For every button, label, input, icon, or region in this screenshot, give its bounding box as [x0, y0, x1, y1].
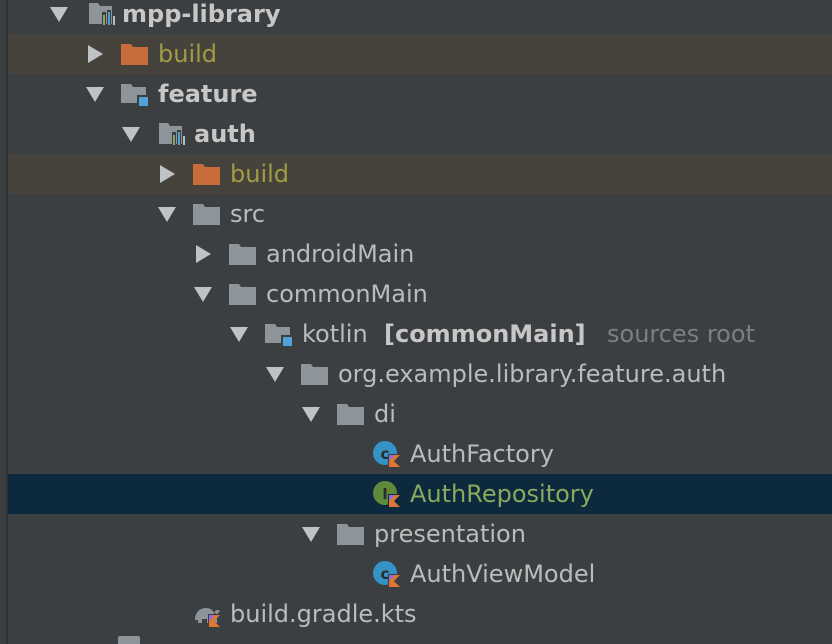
tree-item-label: build: [158, 40, 218, 68]
excluded-folder-icon: [121, 44, 148, 65]
folder-icon: [229, 244, 256, 265]
folder-icon: [193, 204, 220, 225]
package-folder-icon: [301, 364, 328, 385]
tree-row-src[interactable]: src: [8, 194, 832, 234]
tree-item-label: AuthViewModel: [410, 560, 596, 588]
tree-row-package[interactable]: org.example.library.feature.auth: [8, 354, 832, 394]
tree-item-label: androidMain: [266, 240, 415, 268]
tree-row-authrepository[interactable]: I AuthRepository: [8, 474, 832, 514]
partial-folder-icon: [118, 636, 140, 644]
package-folder-icon: [337, 404, 364, 425]
kotlin-class-icon: c: [373, 441, 401, 468]
sources-root-hint: sources root: [607, 320, 755, 348]
tree-item-label: mpp-library: [122, 0, 281, 28]
tree-item-label: auth: [194, 120, 256, 148]
tree-item-label: AuthFactory: [410, 440, 554, 468]
expanded-chevron-icon[interactable]: [194, 287, 212, 302]
tree-row-presentation[interactable]: presentation: [8, 514, 832, 554]
module-folder-icon: [159, 123, 186, 146]
tree-item-label: src: [230, 200, 266, 228]
expanded-chevron-icon[interactable]: [50, 7, 68, 22]
package-folder-icon: [337, 524, 364, 545]
kotlin-interface-icon: I: [373, 481, 401, 508]
tree-item-label: presentation: [374, 520, 526, 548]
tree-item-label: org.example.library.feature.auth: [338, 360, 727, 388]
tree-item-label: kotlin: [302, 320, 368, 348]
tree-row-build-gradle-kts[interactable]: build.gradle.kts: [8, 594, 832, 634]
tree-row-authviewmodel[interactable]: c AuthViewModel: [8, 554, 832, 594]
folder-icon: [229, 284, 256, 305]
svg-text:I: I: [382, 485, 388, 503]
collapsed-chevron-icon[interactable]: [196, 245, 211, 263]
tree-item-label: build.gradle.kts: [230, 600, 417, 628]
tree-item-label: AuthRepository: [410, 480, 594, 508]
excluded-folder-icon: [193, 164, 220, 185]
expanded-chevron-icon[interactable]: [122, 127, 140, 142]
tree-row-auth[interactable]: auth: [8, 114, 832, 154]
expanded-chevron-icon[interactable]: [302, 527, 320, 542]
tree-row-build[interactable]: build: [8, 154, 832, 194]
tree-item-label: di: [374, 400, 396, 428]
tree-row-di[interactable]: di: [8, 394, 832, 434]
tree-row-build[interactable]: build: [8, 34, 832, 74]
module-folder-icon: [89, 3, 116, 26]
tree-item-label: commonMain: [266, 280, 428, 308]
tree-row-feature[interactable]: feature: [8, 74, 832, 114]
expanded-chevron-icon[interactable]: [302, 407, 320, 422]
gradle-file-icon: [195, 608, 221, 628]
project-tree: mpp-library build feature auth build src…: [0, 0, 832, 644]
tree-item-label: feature: [158, 80, 258, 108]
tree-item-label: build: [230, 160, 290, 188]
tree-row-mpp-library[interactable]: mpp-library: [8, 0, 832, 34]
tree-row-authfactory[interactable]: c AuthFactory: [8, 434, 832, 474]
source-set-qualifier: [commonMain]: [384, 320, 586, 348]
expanded-chevron-icon[interactable]: [86, 87, 104, 102]
kotlin-class-icon: c: [373, 561, 401, 588]
expanded-chevron-icon[interactable]: [230, 327, 248, 342]
collapsed-chevron-icon[interactable]: [88, 45, 103, 63]
tree-row-androidmain[interactable]: androidMain: [8, 234, 832, 274]
collapsed-chevron-icon[interactable]: [160, 165, 175, 183]
tree-row-commonmain[interactable]: commonMain: [8, 274, 832, 314]
expanded-chevron-icon[interactable]: [266, 367, 284, 382]
source-root-folder-icon: [265, 324, 293, 347]
source-folder-icon: [121, 84, 149, 107]
tree-row-kotlin[interactable]: kotlin [commonMain] sources root: [8, 314, 832, 354]
expanded-chevron-icon[interactable]: [158, 207, 176, 222]
